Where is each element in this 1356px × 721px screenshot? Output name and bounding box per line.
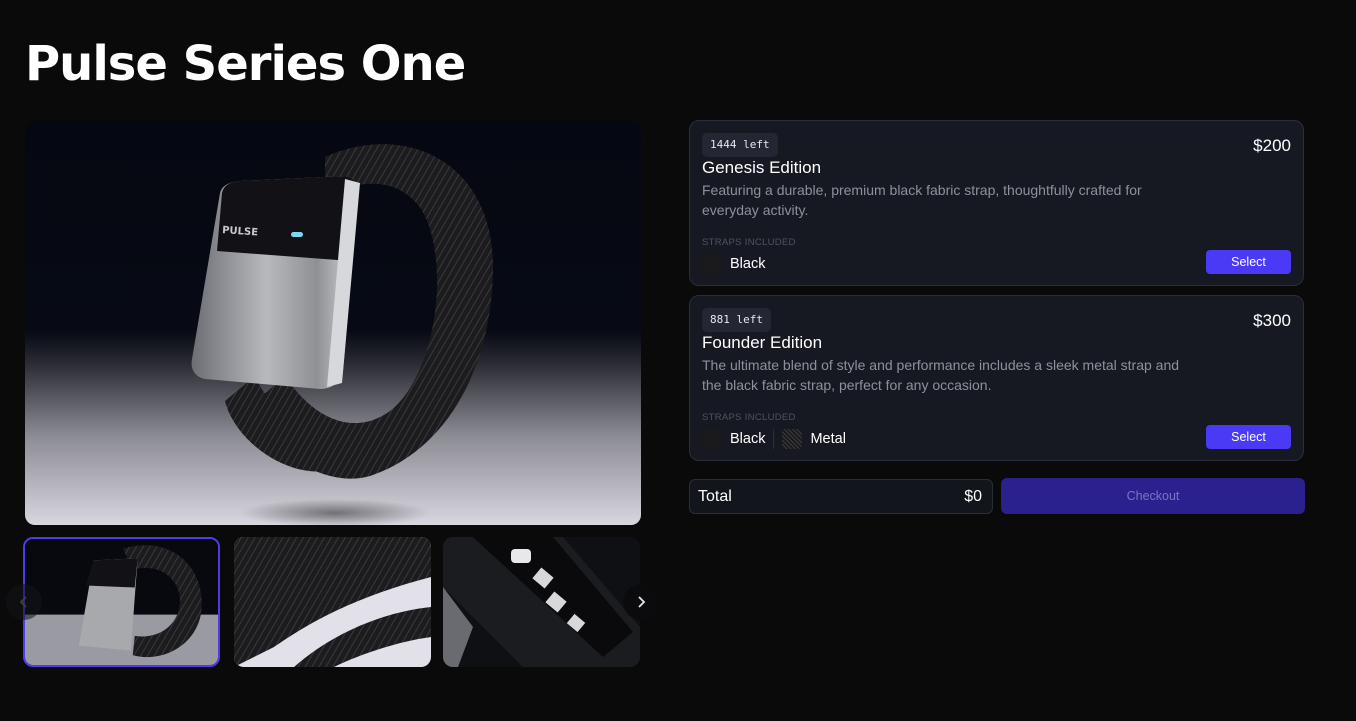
chevron-right-icon <box>638 596 646 608</box>
strap-divider <box>773 429 775 449</box>
edition-name: Genesis Edition <box>702 158 822 177</box>
thumbnail-3[interactable] <box>443 537 640 667</box>
gallery-next-button[interactable] <box>623 584 659 620</box>
strap-list: Black <box>702 254 773 274</box>
edition-name: Founder Edition <box>702 333 823 352</box>
product-hero-image: PULSE <box>25 121 641 525</box>
black-swatch <box>702 429 722 449</box>
strap-list: Black Metal <box>702 429 854 449</box>
select-genesis-button[interactable]: Select <box>1206 250 1291 274</box>
strap-label: Black <box>730 256 766 272</box>
chevron-left-icon <box>19 596 27 608</box>
total-label: Total <box>698 487 732 505</box>
strap-black: Black <box>702 254 765 274</box>
edition-price: $200 <box>1253 136 1291 155</box>
thumbnail-2[interactable] <box>234 537 431 667</box>
edition-card-founder[interactable]: 881 left Founder Edition $300 The ultima… <box>689 295 1304 461</box>
edition-description: Featuring a durable, premium black fabri… <box>702 182 1142 218</box>
total-value: $0 <box>964 487 982 505</box>
straps-included-label: STRAPS INCLUDED <box>702 412 796 423</box>
strap-black: Black <box>702 429 765 449</box>
edition-card-genesis[interactable]: 1444 left Genesis Edition $200 Featuring… <box>689 120 1304 286</box>
gallery-prev-button[interactable] <box>6 584 42 620</box>
edition-description: The ultimate blend of style and performa… <box>702 357 1180 393</box>
edition-price: $300 <box>1253 311 1291 330</box>
select-founder-button[interactable]: Select <box>1206 425 1291 449</box>
metal-swatch <box>782 429 803 449</box>
stock-badge: 1444 left <box>702 133 778 157</box>
strap-label: Metal <box>810 431 846 447</box>
page-title: Pulse Series One <box>25 36 466 92</box>
stock-badge: 881 left <box>702 308 771 332</box>
black-swatch <box>702 254 722 274</box>
thumbnail-1[interactable] <box>23 537 220 667</box>
checkout-button[interactable]: Checkout <box>1001 478 1305 514</box>
strap-label: Black <box>730 431 766 447</box>
straps-included-label: STRAPS INCLUDED <box>702 237 796 248</box>
strap-metal: Metal <box>782 429 846 449</box>
total-summary: Total $0 <box>689 479 993 514</box>
